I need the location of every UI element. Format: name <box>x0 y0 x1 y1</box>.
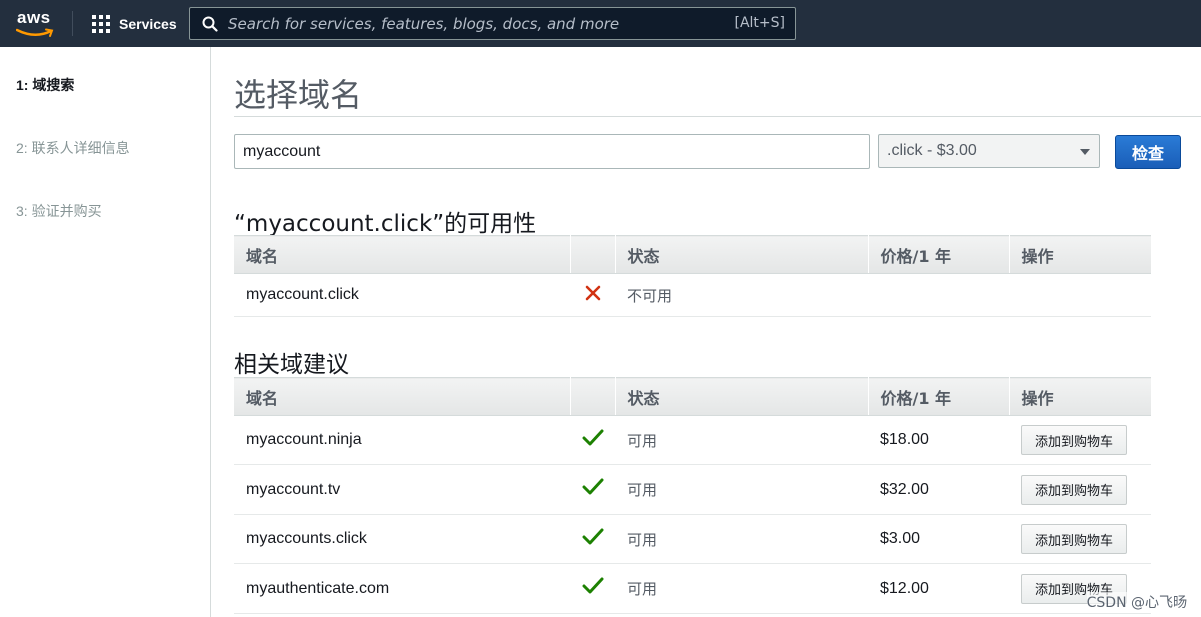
status-cell: 可用 <box>615 415 868 465</box>
table-header-row: 域名 状态 价格/1 年 操作 <box>234 235 1151 274</box>
price-cell <box>868 273 1009 317</box>
domain-cell: myaccount.click <box>234 273 570 317</box>
availability-icon-cell <box>570 514 615 564</box>
check-button[interactable]: 检查 <box>1115 135 1181 169</box>
action-cell <box>1009 273 1151 317</box>
suggestions-table: 域名 状态 价格/1 年 操作 myaccount.ninja 可用 $18.0… <box>234 377 1151 614</box>
availability-icon-cell <box>570 464 615 515</box>
table-row: myaccount.ninja 可用 $18.00 添加到购物车 <box>234 415 1151 465</box>
aws-logo[interactable]: aws <box>14 6 56 40</box>
column-header-status: 状态 <box>615 235 869 274</box>
column-header-icon <box>570 377 616 416</box>
step-verify-and-purchase[interactable]: 3: 验证并购买 <box>16 201 102 221</box>
domain-cell: myauthenticate.com <box>234 563 570 614</box>
table-header-row: 域名 状态 价格/1 年 操作 <box>234 377 1151 416</box>
table-row: myaccount.click 不可用 <box>234 273 1151 317</box>
column-header-price: 价格/1 年 <box>868 235 1010 274</box>
availability-icon-cell <box>570 563 615 614</box>
checkmark-icon <box>582 478 603 495</box>
chevron-down-icon <box>1080 149 1090 155</box>
grid-icon <box>92 14 110 33</box>
services-label: Services <box>119 15 177 32</box>
column-header-icon <box>570 235 616 274</box>
domain-cell: myaccount.ninja <box>234 415 570 465</box>
nav-divider <box>72 11 73 36</box>
price-cell: $12.00 <box>868 563 1009 614</box>
services-menu-button[interactable]: Services <box>92 13 177 34</box>
domain-name-input[interactable] <box>234 134 870 169</box>
status-cell: 不可用 <box>615 273 868 317</box>
search-input[interactable] <box>228 8 708 39</box>
checkmark-icon <box>582 429 603 445</box>
add-to-cart-button[interactable]: 添加到购物车 <box>1021 524 1127 554</box>
action-cell: 添加到购物车 <box>1009 514 1151 564</box>
add-to-cart-button[interactable]: 添加到购物车 <box>1021 425 1127 455</box>
price-cell: $3.00 <box>868 514 1009 564</box>
availability-icon-cell <box>570 415 615 465</box>
add-to-cart-button[interactable]: 添加到购物车 <box>1021 474 1127 505</box>
aws-smile-icon <box>16 28 54 37</box>
price-cell: $18.00 <box>868 415 1009 465</box>
availability-title: “myaccount.click”的可用性 <box>234 211 537 237</box>
action-cell: 添加到购物车 <box>1009 464 1151 515</box>
column-header-domain: 域名 <box>234 235 571 274</box>
checkmark-icon <box>582 528 603 544</box>
action-cell: 添加到购物车 <box>1009 415 1151 465</box>
search-icon <box>202 16 218 32</box>
column-header-action: 操作 <box>1009 235 1151 274</box>
aws-logo-text: aws <box>17 8 51 27</box>
domain-cell: myaccounts.click <box>234 514 570 564</box>
watermark: CSDN @心飞旸 <box>1086 592 1187 612</box>
tld-select[interactable]: .click - $3.00 <box>878 134 1100 168</box>
availability-icon-cell <box>570 273 615 317</box>
wizard-sidebar: 1: 域搜索 2: 联系人详细信息 3: 验证并购买 <box>0 47 211 617</box>
global-search[interactable]: [Alt+S] <box>189 7 796 40</box>
table-row: myauthenticate.com 可用 $12.00 添加到购物车 <box>234 563 1151 614</box>
search-shortcut-hint: [Alt+S] <box>734 15 786 31</box>
column-header-status: 状态 <box>615 377 869 416</box>
status-cell: 可用 <box>615 464 868 515</box>
table-row: myaccount.tv 可用 $32.00 添加到购物车 <box>234 464 1151 515</box>
table-row: myaccounts.click 可用 $3.00 添加到购物车 <box>234 514 1151 564</box>
checkmark-icon <box>582 577 603 594</box>
title-divider <box>234 116 1201 117</box>
step-domain-search[interactable]: 1: 域搜索 <box>16 75 74 95</box>
tld-select-value: .click - $3.00 <box>887 142 977 159</box>
column-header-action: 操作 <box>1009 377 1151 416</box>
unavailable-x-icon <box>585 285 600 300</box>
availability-table: 域名 状态 价格/1 年 操作 myaccount.click 不可用 <box>234 235 1151 317</box>
price-cell: $32.00 <box>868 464 1009 515</box>
column-header-domain: 域名 <box>234 377 571 416</box>
column-header-price: 价格/1 年 <box>868 377 1010 416</box>
domain-cell: myaccount.tv <box>234 464 570 515</box>
step-contact-details[interactable]: 2: 联系人详细信息 <box>16 138 130 158</box>
status-cell: 可用 <box>615 514 868 564</box>
top-nav: aws Services [Alt+S] <box>0 0 1201 47</box>
status-cell: 可用 <box>615 563 868 614</box>
suggestions-title: 相关域建议 <box>234 352 349 378</box>
page-title: 选择域名 <box>234 76 363 114</box>
